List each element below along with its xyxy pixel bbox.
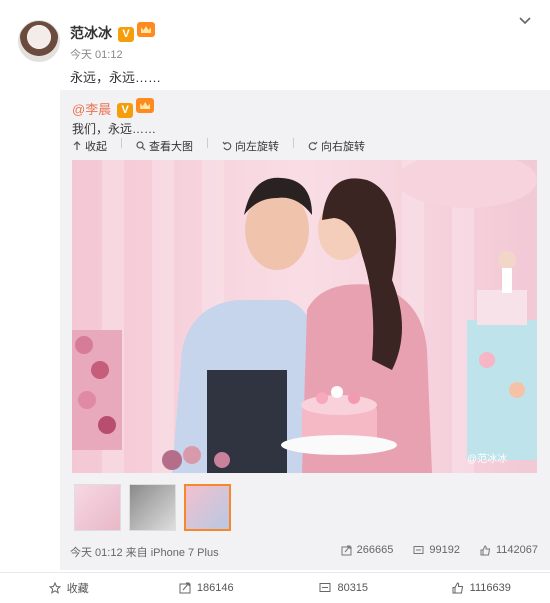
favorite-button[interactable]: 收藏 <box>0 573 138 603</box>
weibo-post-card: 范冰冰 V 今天 01:12 永远，永远…… @李晨 V 我们，永远…… 收起 查看… <box>0 0 550 603</box>
repost-comment-count-label: 99192 <box>429 544 460 556</box>
thumbnail-3-selected[interactable] <box>184 484 231 531</box>
post-text: 永远，永远…… <box>70 70 162 85</box>
star-icon <box>48 582 61 594</box>
post-time: 今天 01:12 <box>70 49 123 61</box>
repost-source: 今天 01:12 来自 iPhone 7 Plus <box>70 547 219 559</box>
image-toolbar: 收起 查看大图 向左旋转 向右旋转 <box>72 138 365 154</box>
repost-author-header: @李晨 V <box>72 98 155 118</box>
thumbs-up-icon <box>480 544 491 555</box>
comment-count-label: 80315 <box>337 582 369 594</box>
divider <box>121 138 122 148</box>
chevron-down-icon[interactable] <box>518 14 532 28</box>
repost-box: @李晨 V 我们，永远…… 收起 查看大图 向左旋转 向右旋转 @范冰冰 今天 … <box>60 90 550 570</box>
search-icon <box>136 141 146 151</box>
repost-like-count-label: 1142067 <box>495 544 538 556</box>
divider <box>207 138 208 148</box>
rotate-right-label: 向右旋转 <box>321 141 365 153</box>
repost-member-crown-icon <box>136 98 155 113</box>
share-icon <box>341 545 352 555</box>
rotate-left-button[interactable]: 向左旋转 <box>222 138 279 154</box>
repost-button[interactable]: 186146 <box>138 573 276 603</box>
couple-photo-illustration: @范冰冰 <box>72 160 537 473</box>
action-bar: 收藏 186146 80315 1116639 <box>0 572 550 603</box>
share-icon <box>179 582 191 594</box>
thumbnail-strip <box>74 484 231 531</box>
thumbnail-1[interactable] <box>74 484 121 531</box>
repost-repost-count[interactable]: 266665 <box>341 544 394 556</box>
rotate-left-label: 向左旋转 <box>235 141 279 153</box>
comment-icon <box>413 545 424 554</box>
arrow-up-icon <box>73 141 81 150</box>
photo-watermark: @范冰冰 <box>467 452 507 465</box>
view-large-button[interactable]: 查看大图 <box>136 138 193 154</box>
repost-meta: 今天 01:12 来自 iPhone 7 Plus 266665 99192 1… <box>70 544 550 564</box>
author-avatar[interactable] <box>18 20 60 62</box>
view-large-label: 查看大图 <box>149 141 193 153</box>
author-header: 范冰冰 V <box>70 22 155 43</box>
rotate-left-icon <box>222 141 232 151</box>
collapse-label: 收起 <box>85 141 107 153</box>
repost-author-name[interactable]: @李晨 <box>72 102 111 117</box>
comment-button[interactable]: 80315 <box>275 573 413 603</box>
favorite-label: 收藏 <box>66 583 89 595</box>
rotate-right-icon <box>308 141 318 151</box>
repost-count-label: 186146 <box>196 582 234 594</box>
author-name[interactable]: 范冰冰 <box>70 25 112 41</box>
divider <box>293 138 294 148</box>
repost-text: 我们，永远…… <box>72 122 157 136</box>
like-button[interactable]: 1116639 <box>413 573 550 603</box>
repost-stats: 266665 99192 1142067 <box>341 544 538 556</box>
thumbs-up-icon <box>452 582 463 594</box>
repost-verified-badge-icon: V <box>117 103 134 118</box>
collapse-button[interactable]: 收起 <box>72 138 107 154</box>
repost-comment-count[interactable]: 99192 <box>413 544 460 556</box>
repost-like-count[interactable]: 1142067 <box>480 544 538 556</box>
comment-icon <box>319 583 331 592</box>
member-crown-icon <box>137 22 155 37</box>
repost-repost-count-label: 266665 <box>356 544 394 556</box>
post-photo[interactable]: @范冰冰 <box>72 160 537 473</box>
thumbnail-2[interactable] <box>129 484 176 531</box>
like-count-label: 1116639 <box>469 582 511 594</box>
verified-badge-icon: V <box>118 27 134 42</box>
rotate-right-button[interactable]: 向右旋转 <box>308 138 365 154</box>
